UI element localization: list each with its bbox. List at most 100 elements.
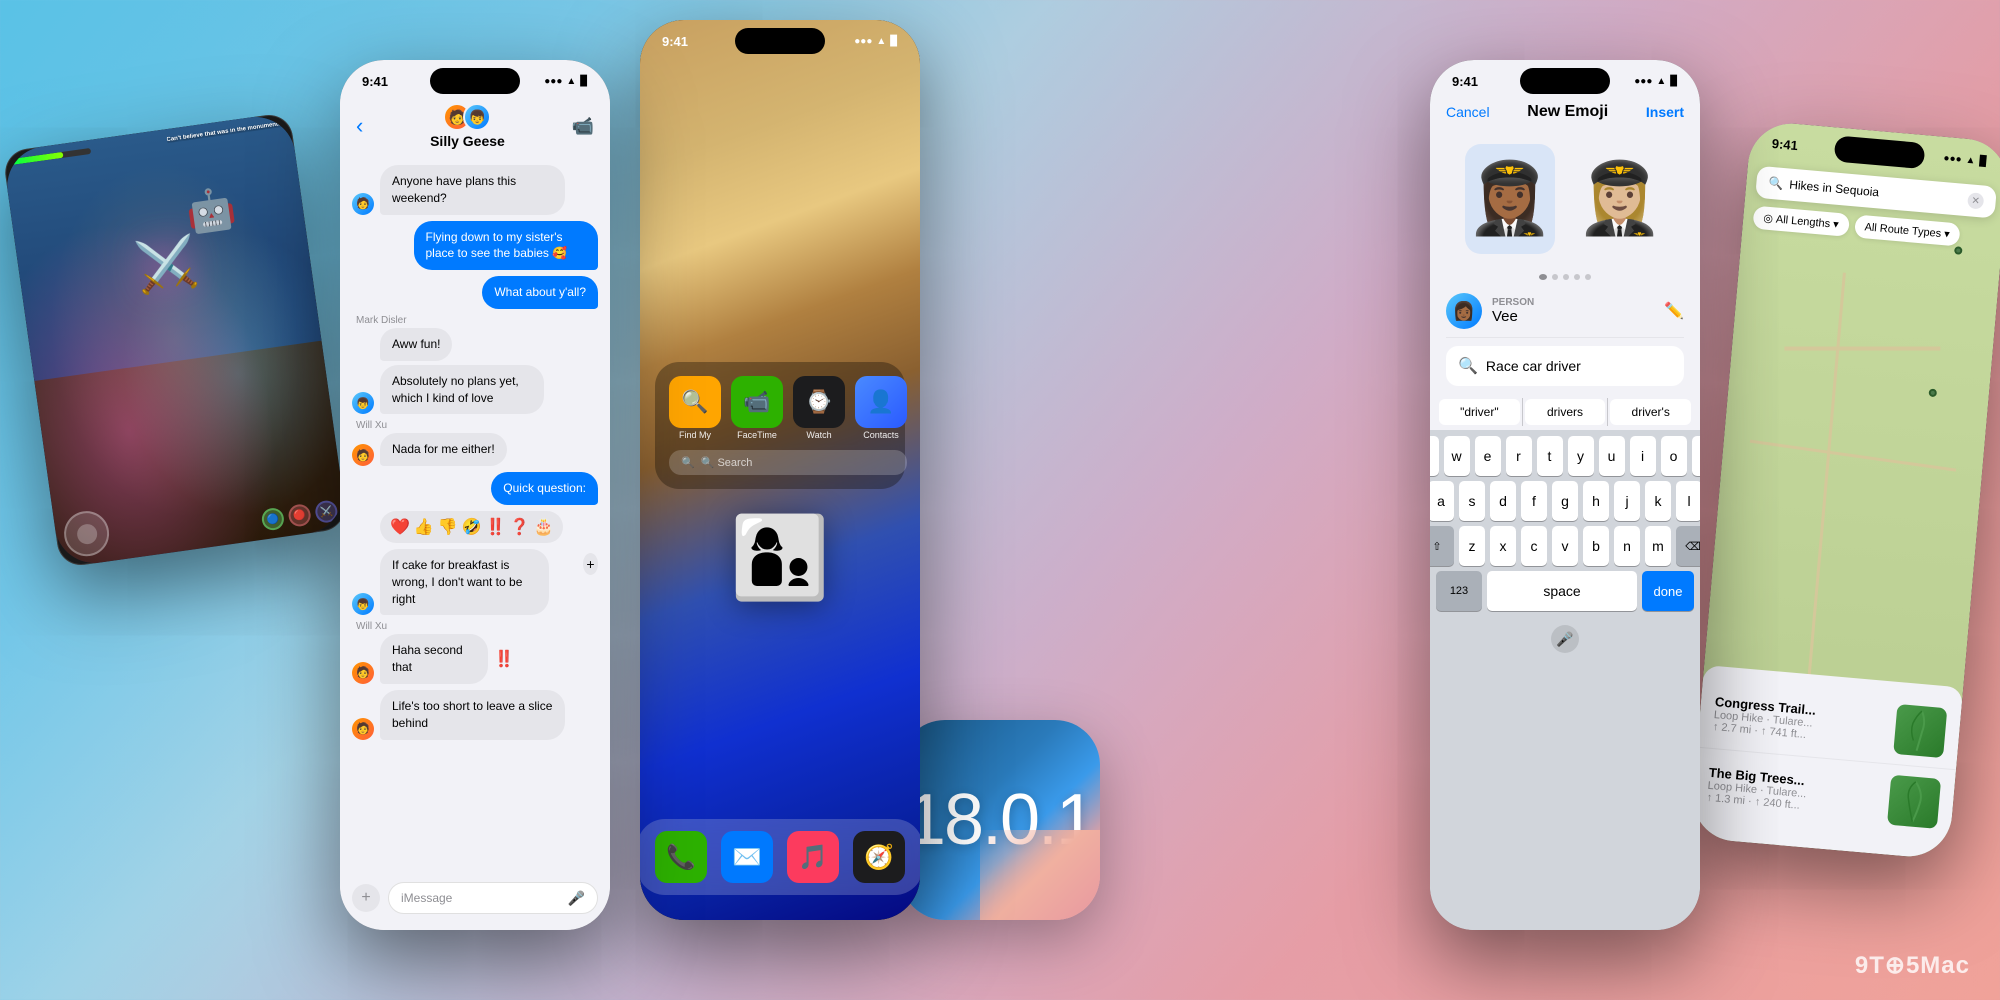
lock-search-bar[interactable]: 🔍 🔍 Search [669, 450, 907, 475]
kb-key-v[interactable]: v [1552, 526, 1578, 566]
message-bubble-2: Flying down to my sister's place to see … [414, 221, 599, 271]
watermark-text: 9T⊕5Mac [1855, 952, 1970, 979]
kb-key-k[interactable]: k [1645, 481, 1671, 521]
map-battery: ▉ [1979, 156, 1988, 168]
emoji-cake[interactable]: 🎂 [534, 517, 554, 537]
map-road-1 [1784, 347, 1940, 351]
emoji-exclaim[interactable]: ‼️ [486, 517, 506, 537]
game-joystick[interactable] [61, 508, 112, 559]
emoji-laugh[interactable]: 🤣 [462, 517, 482, 537]
kb-key-t[interactable]: t [1537, 436, 1563, 476]
kb-key-h[interactable]: h [1583, 481, 1609, 521]
messages-back-button[interactable]: ‹ [356, 113, 363, 139]
map-search-text[interactable]: Hikes in Sequoia [1789, 178, 1963, 207]
emoji-thumbsdown[interactable]: 👎 [438, 517, 458, 537]
suggestion-divider-2 [1607, 398, 1608, 426]
keyboard-mic-button[interactable]: 🎤 [1551, 625, 1579, 653]
kb-key-b[interactable]: b [1583, 526, 1609, 566]
emoji-input-area[interactable]: 🔍 Race car driver [1446, 346, 1684, 386]
emoji-suggestion-3[interactable]: driver's [1610, 399, 1691, 425]
emoji-phone: 9:41 ●●● ▲ ▉ Cancel New Emoji Insert 👩🏾‍… [1430, 60, 1700, 930]
kb-key-p[interactable]: p [1692, 436, 1701, 476]
kb-key-z[interactable]: z [1459, 526, 1485, 566]
map-result-1-thumb [1893, 704, 1947, 758]
emoji-heart[interactable]: ❤️ [390, 517, 410, 537]
messages-mic-icon[interactable]: 🎤 [568, 890, 585, 907]
message-add-button[interactable]: + [583, 553, 598, 575]
emoji-input-text[interactable]: Race car driver [1486, 358, 1672, 374]
kb-key-r[interactable]: r [1506, 436, 1532, 476]
kb-done-key[interactable]: done [1642, 571, 1694, 611]
lock-app-facetime[interactable]: 📹 FaceTime [731, 376, 783, 440]
kb-key-m[interactable]: m [1645, 526, 1671, 566]
kb-key-n[interactable]: n [1614, 526, 1640, 566]
message-row-11: 🧑 Life's too short to leave a slice behi… [352, 690, 598, 740]
message-bubble-9: If cake for breakfast is wrong, I don't … [380, 549, 549, 615]
emoji-person-name: Vee [1492, 308, 1654, 325]
game-btn-c[interactable]: ⚔️ [314, 499, 339, 524]
lock-dock-compass[interactable]: 🧭 [853, 831, 905, 883]
ios-icon[interactable]: 18.0.1 [900, 720, 1100, 920]
kb-key-l[interactable]: l [1676, 481, 1700, 521]
emoji-battery: ▉ [1670, 76, 1678, 87]
kb-numbers-key[interactable]: 123 [1436, 571, 1482, 611]
kb-key-a[interactable]: a [1430, 481, 1454, 521]
messages-phone: 9:41 ●●● ▲ ▉ ‹ 🧑 👦 Silly Geese [340, 60, 610, 930]
lock-status-icons: ●●● ▲ ▉ [854, 36, 898, 47]
kb-key-i[interactable]: i [1630, 436, 1656, 476]
kb-shift-key[interactable]: ⇧ [1430, 526, 1454, 566]
emoji-status-icons: ●●● ▲ ▉ [1634, 76, 1678, 87]
messages-status-bar: 9:41 ●●● ▲ ▉ [340, 60, 610, 89]
lock-app-watch[interactable]: ⌚ Watch [793, 376, 845, 440]
kb-key-f[interactable]: f [1521, 481, 1547, 521]
lock-app-findmy[interactable]: 🔍 Find My [669, 376, 721, 440]
emoji-figure-2[interactable]: 👩🏼‍✈️ [1575, 144, 1665, 254]
emoji-wifi: ▲ [1656, 76, 1666, 87]
kb-key-c[interactable]: c [1521, 526, 1547, 566]
emoji-question[interactable]: ❓ [510, 517, 530, 537]
msg-avatar-will: 🧑 [352, 444, 374, 466]
emoji-suggestion-2[interactable]: drivers [1525, 399, 1606, 425]
lock-dock-music[interactable]: 🎵 [787, 831, 839, 883]
kb-key-x[interactable]: x [1490, 526, 1516, 566]
messages-input-field[interactable]: iMessage 🎤 [388, 882, 598, 914]
map-search-close-button[interactable]: ✕ [1967, 192, 1984, 209]
messages-video-button[interactable]: 📹 [572, 116, 594, 137]
emoji-cancel-button[interactable]: Cancel [1446, 104, 1490, 120]
game-btn-a[interactable]: 🔵 [260, 507, 285, 532]
emoji-suggestion-1[interactable]: "driver" [1439, 399, 1520, 425]
kb-key-j[interactable]: j [1614, 481, 1640, 521]
map-filter-route-text: All Route Types ▾ [1864, 220, 1950, 240]
kb-key-w[interactable]: w [1444, 436, 1470, 476]
emoji-thumbsup[interactable]: 👍 [414, 517, 434, 537]
lock-app-contacts[interactable]: 👤 Contacts [855, 376, 907, 440]
kb-key-g[interactable]: g [1552, 481, 1578, 521]
kb-key-o[interactable]: o [1661, 436, 1687, 476]
lock-dock-phone[interactable]: 📞 [655, 831, 707, 883]
emoji-edit-icon[interactable]: ✏️ [1664, 301, 1684, 321]
game-btn-b[interactable]: 🔴 [287, 503, 312, 528]
msg-avatar-9: 👦 [352, 593, 374, 615]
emoji-dynamic-island [1520, 68, 1610, 94]
kb-key-u[interactable]: u [1599, 436, 1625, 476]
map-signal: ●●● [1943, 153, 1962, 166]
messages-plus-button[interactable]: + [352, 884, 380, 912]
emoji-figure-1[interactable]: 👩🏾‍✈️ [1465, 144, 1555, 254]
lock-dock-mail[interactable]: ✉️ [721, 831, 773, 883]
kb-key-y[interactable]: y [1568, 436, 1594, 476]
emoji-nav: Cancel New Emoji Insert [1430, 89, 1700, 129]
messages-placeholder: iMessage [401, 891, 452, 905]
kb-space-key[interactable]: space [1487, 571, 1637, 611]
messages-list[interactable]: 🧑 Anyone have plans this weekend? Flying… [340, 157, 610, 874]
map-phone: 9:41 ●●● ▲ ▉ 🔍 Hikes in Sequoia ✕ ◎ All … [1689, 120, 2000, 860]
emoji-person-avatar-wrapper: 👩🏾 [1446, 293, 1482, 329]
kb-delete-key[interactable]: ⌫ [1676, 526, 1700, 566]
kb-key-q[interactable]: q [1430, 436, 1439, 476]
emoji-signal: ●●● [1634, 76, 1652, 87]
kb-key-d[interactable]: d [1490, 481, 1516, 521]
kb-key-s[interactable]: s [1459, 481, 1485, 521]
messages-avatar-2: 👦 [463, 103, 491, 131]
kb-key-e[interactable]: e [1475, 436, 1501, 476]
emoji-insert-button[interactable]: Insert [1646, 104, 1684, 120]
emoji-person-section: 👩🏾 PERSON Vee ✏️ [1430, 285, 1700, 337]
